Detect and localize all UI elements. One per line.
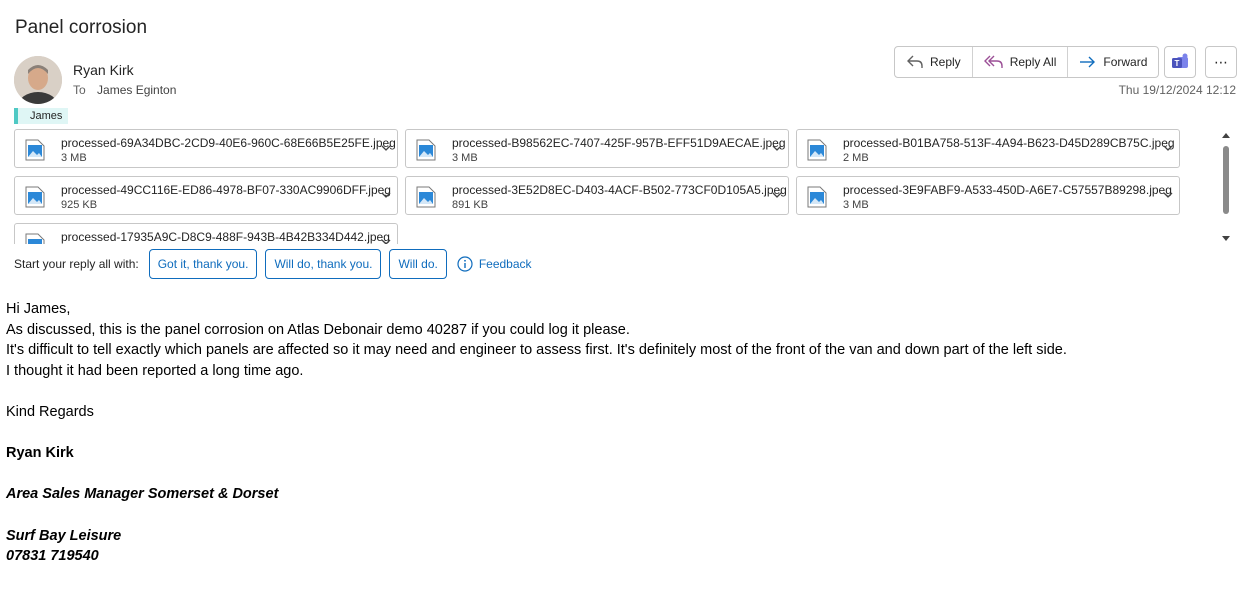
message-actions: Reply Reply All Forward <box>894 46 1160 78</box>
image-file-icon <box>416 139 436 161</box>
reply-all-button[interactable]: Reply All <box>973 47 1069 77</box>
signature-name: Ryan Kirk <box>6 445 74 462</box>
info-icon <box>457 256 473 272</box>
chevron-down-icon[interactable] <box>1162 142 1174 154</box>
chevron-down-icon[interactable] <box>771 142 783 154</box>
feedback-label: Feedback <box>478 257 532 271</box>
recipient-name[interactable]: James Eginton <box>97 83 176 97</box>
attachment-size: 2 MB <box>843 152 869 164</box>
attachments-scrollbar[interactable] <box>1219 131 1233 243</box>
forward-label: Forward <box>1103 55 1148 69</box>
attachment-item[interactable]: processed-49CC116E-ED86-4978-BF07-330AC9… <box>14 176 398 215</box>
body-line: I thought it had been reported a long ti… <box>6 362 304 379</box>
attachment-item[interactable]: processed-B01BA758-513F-4A94-B623-D45D28… <box>796 129 1180 168</box>
attachment-item[interactable]: processed-69A34DBC-2CD9-40E6-960C-68E66B… <box>14 129 398 168</box>
image-file-icon <box>25 186 45 208</box>
chevron-down-icon[interactable] <box>380 189 392 201</box>
email-subject: Panel corrosion <box>15 17 148 38</box>
attachment-name: processed-3E52D8EC-D403-4ACF-B502-773CF0… <box>452 183 787 197</box>
scroll-down-icon[interactable] <box>1221 235 1231 243</box>
to-label: To <box>73 83 86 97</box>
attachment-item[interactable]: processed-3E9FABF9-A533-450D-A6E7-C57557… <box>796 176 1180 215</box>
reply-all-icon <box>983 55 1003 68</box>
more-icon: ⋯ <box>1214 53 1228 70</box>
signature-company: Surf Bay Leisure <box>6 527 122 544</box>
more-actions-button[interactable]: ⋯ <box>1205 46 1237 78</box>
chevron-down-icon[interactable] <box>380 236 392 244</box>
image-file-icon <box>807 139 827 161</box>
image-file-icon <box>807 186 827 208</box>
svg-text:T: T <box>1175 59 1180 68</box>
body-line: It's difficult to tell exactly which pan… <box>6 342 1067 359</box>
attachment-item[interactable]: processed-17935A9C-D8C9-488F-943B-4B42B3… <box>14 223 398 244</box>
category-tag[interactable]: James <box>14 108 69 124</box>
attachment-item[interactable]: processed-3E52D8EC-D403-4ACF-B502-773CF0… <box>405 176 789 215</box>
scroll-up-icon[interactable] <box>1221 131 1231 139</box>
attachment-name: processed-69A34DBC-2CD9-40E6-960C-68E66B… <box>61 136 396 150</box>
teams-button[interactable]: T <box>1164 46 1196 78</box>
reply-icon <box>907 55 923 68</box>
received-date: Thu 19/12/2024 12:12 <box>1118 83 1236 97</box>
attachment-name: processed-17935A9C-D8C9-488F-943B-4B42B3… <box>61 230 390 244</box>
scroll-thumb[interactable] <box>1223 146 1229 214</box>
recipient-row: To James Eginton <box>73 83 176 97</box>
attachment-name: processed-3E9FABF9-A533-450D-A6E7-C57557… <box>843 183 1172 197</box>
teams-icon: T <box>1172 53 1188 68</box>
attachment-size: 3 MB <box>843 199 869 211</box>
attachment-item[interactable]: processed-B98562EC-7407-425F-957B-EFF51D… <box>405 129 789 168</box>
attachments-well: processed-69A34DBC-2CD9-40E6-960C-68E66B… <box>14 129 1214 244</box>
chevron-down-icon[interactable] <box>380 142 392 154</box>
message-body: Hi James, As discussed, this is the pane… <box>6 299 1067 567</box>
image-file-icon <box>25 139 45 161</box>
chevron-down-icon[interactable] <box>1162 189 1174 201</box>
suggested-reply-button[interactable]: Will do, thank you. <box>265 249 382 279</box>
attachment-size: 3 MB <box>452 152 478 164</box>
feedback-link[interactable]: Feedback <box>457 256 532 272</box>
signature-phone: 07831 719540 <box>6 548 99 565</box>
avatar[interactable] <box>14 56 62 104</box>
sender-name[interactable]: Ryan Kirk <box>73 62 134 78</box>
suggested-reply-button[interactable]: Got it, thank you. <box>148 249 258 279</box>
attachment-size: 891 KB <box>452 199 489 211</box>
attachment-name: processed-B01BA758-513F-4A94-B623-D45D28… <box>843 136 1175 150</box>
body-line: As discussed, this is the panel corrosio… <box>6 321 630 338</box>
body-regards: Kind Regards <box>6 403 94 420</box>
forward-icon <box>1080 56 1096 68</box>
signature-title: Area Sales Manager Somerset & Dorset <box>6 486 279 503</box>
attachment-size: 3 MB <box>61 152 87 164</box>
forward-button[interactable]: Forward <box>1068 47 1158 77</box>
chevron-down-icon[interactable] <box>771 189 783 201</box>
reply-all-label: Reply All <box>1009 55 1057 69</box>
suggested-replies-label: Start your reply all with: <box>14 257 139 271</box>
image-file-icon <box>25 233 45 244</box>
attachment-name: processed-49CC116E-ED86-4978-BF07-330AC9… <box>61 183 391 197</box>
image-file-icon <box>416 186 436 208</box>
attachment-size: 925 KB <box>61 199 98 211</box>
reply-label: Reply <box>930 55 961 69</box>
suggested-replies: Start your reply all with: Got it, thank… <box>14 248 532 280</box>
attachment-name: processed-B98562EC-7407-425F-957B-EFF51D… <box>452 136 786 150</box>
reply-button[interactable]: Reply <box>895 47 973 77</box>
body-greeting: Hi James, <box>6 301 71 317</box>
suggested-reply-button[interactable]: Will do. <box>389 249 447 279</box>
